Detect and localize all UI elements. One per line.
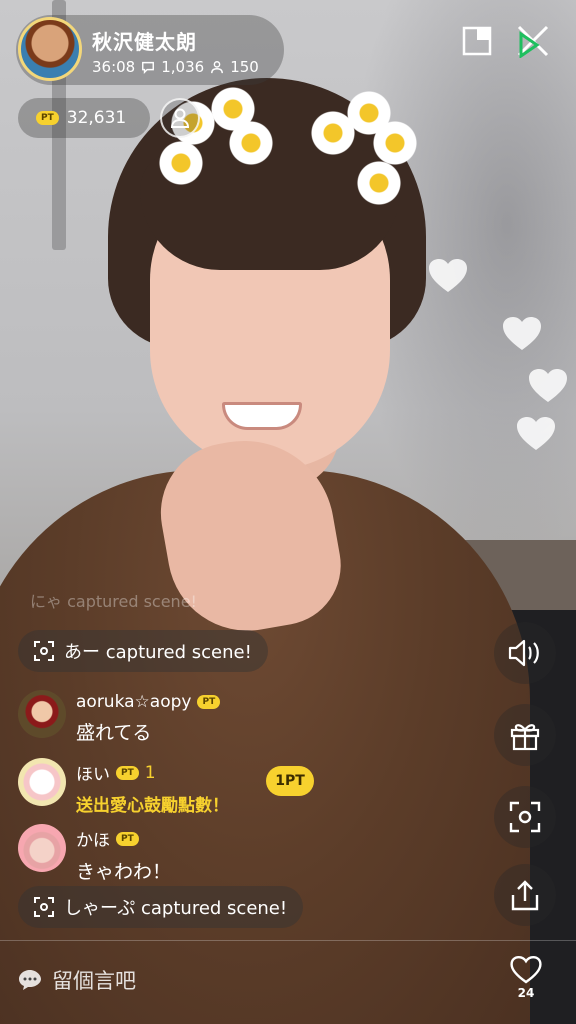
host-name: 秋沢健太朗 [92, 30, 197, 54]
comment-text: 送出愛心鼓勵點數！ [76, 796, 229, 816]
chat-bubble-icon [19, 970, 41, 990]
floating-heart-icon [429, 259, 467, 292]
chat-message[interactable]: ほい PT 1 送出愛心鼓勵點數！ [18, 758, 229, 816]
gift-count: 1 [144, 762, 156, 783]
viewer-count: 150 [230, 58, 259, 76]
floating-heart-icon [503, 317, 541, 350]
viewer-icon [211, 61, 224, 74]
capture-scene-button[interactable] [494, 786, 556, 848]
comment-icon [142, 61, 155, 74]
host-avatar[interactable] [18, 17, 82, 81]
host-stats: 36:08 1,036 150 [92, 58, 259, 76]
like-button[interactable]: 24 [506, 955, 546, 1007]
heart-icon [510, 955, 542, 984]
person-icon [170, 108, 190, 128]
daisy-crown-filter [150, 80, 430, 210]
commenter-avatar[interactable] [18, 824, 66, 872]
floating-heart-icon [517, 417, 555, 450]
chat-message[interactable]: かほ PT きゃわわ！ [18, 824, 171, 884]
follow-button[interactable] [160, 98, 200, 138]
close-icon [517, 25, 549, 58]
captured-scene-text: しゃーぷ captured scene! [64, 898, 288, 919]
message-input[interactable]: 留個言吧 [18, 965, 136, 995]
pt-badge: PT [116, 765, 139, 780]
message-placeholder: 留個言吧 [52, 969, 136, 993]
capture-icon [34, 641, 54, 661]
comment-count: 1,036 [161, 58, 205, 76]
pt-badge: PT [116, 831, 139, 846]
comment-text: 盛れてる [76, 722, 152, 744]
sound-button[interactable] [494, 622, 556, 684]
floating-heart-icon [529, 369, 567, 402]
speaker-icon [508, 639, 539, 667]
faded-message: にゃ captured scene! [30, 592, 197, 611]
share-button[interactable] [494, 864, 556, 926]
points-counter[interactable]: PT 32,631 [18, 98, 150, 138]
gift-icon [510, 724, 540, 751]
picture-in-picture-icon [462, 26, 492, 56]
picture-in-picture-button[interactable] [460, 24, 494, 58]
commenter-name: aoruka☆aopy [76, 692, 192, 712]
pt-badge: PT [197, 695, 221, 709]
commenter-avatar[interactable] [18, 758, 66, 806]
pt-badge: PT [36, 111, 59, 125]
capture-icon [509, 801, 541, 833]
capture-icon [34, 897, 54, 917]
streamer-smile [222, 402, 302, 430]
chat-message[interactable]: aoruka☆aopy PT 盛れてる [18, 690, 221, 745]
like-count: 24 [517, 986, 535, 1000]
gift-points-tag: 1PT [266, 766, 314, 796]
commenter-name: ほい [76, 765, 110, 785]
share-icon [511, 880, 539, 911]
commenter-avatar[interactable] [18, 690, 66, 738]
gift-button[interactable] [494, 704, 556, 766]
commenter-name: かほ [76, 831, 110, 851]
close-button[interactable] [516, 24, 550, 58]
stream-duration: 36:08 [92, 58, 136, 76]
captured-scene-text: あー captured scene! [64, 642, 252, 663]
captured-scene-notice: あー captured scene! [18, 630, 268, 672]
points-value: 32,631 [66, 108, 127, 128]
captured-scene-notice: しゃーぷ captured scene! [18, 886, 304, 928]
comment-text: きゃわわ！ [76, 861, 172, 883]
